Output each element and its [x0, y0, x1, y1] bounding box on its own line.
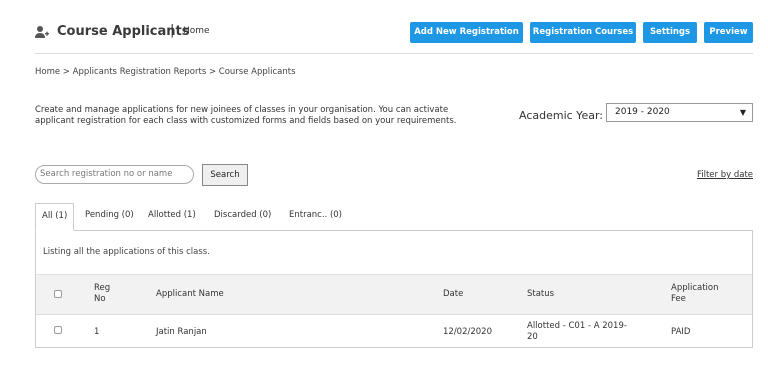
settings-button[interactable]: Settings: [643, 22, 697, 43]
status-tabs: All (1) Pending (0) Allotted (1) Discard…: [35, 203, 753, 231]
row-reg-no: 1: [94, 327, 100, 337]
page-description: Create and manage applications for new j…: [35, 105, 457, 126]
user-add-icon: [35, 26, 49, 38]
breadcrumb: Home > Applicants Registration Reports >…: [35, 67, 296, 77]
row-checkbox[interactable]: [54, 326, 62, 334]
column-date: Date: [443, 289, 464, 299]
listing-text: Listing all the applications of this cla…: [43, 247, 210, 257]
tab-discarded[interactable]: Discarded (0): [214, 203, 271, 231]
row-status: Allotted - C01 - A 2019- 20: [527, 321, 627, 343]
academic-year-label: Academic Year:: [519, 109, 603, 122]
search-input[interactable]: Search registration no or name: [35, 165, 194, 184]
applications-panel: Listing all the applications of this cla…: [35, 230, 753, 348]
tab-entrance[interactable]: Entranc.. (0): [289, 203, 342, 231]
preview-button[interactable]: Preview: [704, 22, 753, 43]
row-fee: PAID: [671, 327, 691, 337]
table-header: Reg No Applicant Name Date Status Applic…: [36, 274, 752, 314]
search-button[interactable]: Search: [202, 164, 248, 186]
row-status-line2: 20: [527, 332, 538, 342]
filter-by-date-link[interactable]: Filter by date: [697, 170, 753, 180]
column-status: Status: [527, 289, 555, 299]
tab-allotted[interactable]: Allotted (1): [148, 203, 196, 231]
column-applicant-name: Applicant Name: [156, 289, 224, 299]
registration-courses-button[interactable]: Registration Courses: [530, 22, 636, 43]
title-separator: |: [170, 23, 175, 38]
column-reg-no-line2: No: [94, 294, 106, 304]
page-header: Course Applicants | Home Add New Registr…: [35, 20, 753, 54]
column-fee-line1: Application: [671, 283, 719, 293]
column-reg-no-line1: Reg: [94, 283, 111, 293]
select-all-checkbox[interactable]: [54, 290, 62, 298]
add-new-registration-button[interactable]: Add New Registration: [410, 22, 523, 43]
academic-year-value: 2019 - 2020: [615, 107, 670, 117]
table-row[interactable]: 1 Jatin Ranjan 12/02/2020 Allotted - C01…: [36, 314, 752, 348]
column-application-fee: Application Fee: [671, 283, 719, 305]
tab-pending[interactable]: Pending (0): [85, 203, 134, 231]
dropdown-caret-icon: ▼: [739, 108, 746, 117]
column-fee-line2: Fee: [671, 294, 686, 304]
academic-year-select[interactable]: 2019 - 2020 ▼: [606, 103, 753, 122]
home-link[interactable]: Home: [183, 26, 210, 36]
row-status-line1: Allotted - C01 - A 2019-: [527, 321, 627, 331]
tab-all[interactable]: All (1): [35, 203, 75, 231]
row-applicant-name[interactable]: Jatin Ranjan: [156, 327, 207, 338]
column-reg-no: Reg No: [94, 283, 110, 305]
row-date: 12/02/2020: [443, 327, 492, 337]
